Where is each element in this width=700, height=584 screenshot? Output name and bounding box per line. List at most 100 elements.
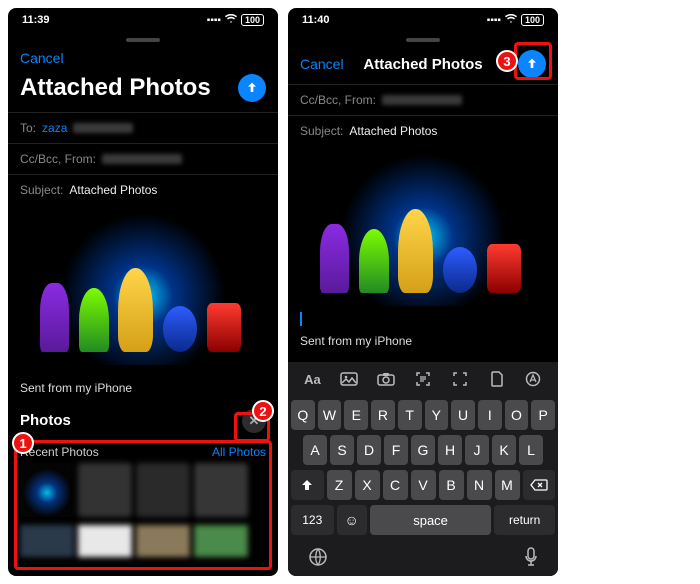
- attachment-icon[interactable]: [486, 370, 508, 388]
- photo-thumb[interactable]: [194, 525, 248, 557]
- subject-field[interactable]: Subject: Attached Photos: [8, 174, 278, 205]
- signal-icon: ▪▪▪▪: [487, 15, 501, 26]
- character-disgust: [359, 229, 389, 294]
- photo-thumb[interactable]: [136, 525, 190, 557]
- photo-library-icon[interactable]: [338, 370, 360, 388]
- subject-label: Subject:: [20, 183, 63, 197]
- key-v[interactable]: V: [411, 470, 436, 500]
- ccbcc-field[interactable]: Cc/Bcc, From:: [288, 84, 558, 115]
- character-joy: [118, 268, 152, 353]
- ccbcc-label: Cc/Bcc, From:: [300, 93, 376, 107]
- key-q[interactable]: Q: [291, 400, 315, 430]
- clock: 11:39: [22, 14, 50, 26]
- key-b[interactable]: B: [439, 470, 464, 500]
- page-title: Attached Photos: [20, 74, 211, 102]
- all-photos-link[interactable]: All Photos: [212, 445, 266, 459]
- mic-icon[interactable]: [524, 547, 538, 572]
- redacted: [73, 123, 133, 133]
- character-joy: [398, 209, 432, 294]
- key-y[interactable]: Y: [425, 400, 449, 430]
- photos-section-header: Photos ✕: [8, 403, 278, 439]
- send-button[interactable]: [238, 74, 266, 102]
- format-toolbar: Aa: [288, 361, 558, 396]
- key-g[interactable]: G: [411, 435, 435, 465]
- key-p[interactable]: P: [531, 400, 555, 430]
- character-sadness: [163, 306, 197, 352]
- subject-field[interactable]: Subject: Attached Photos: [288, 115, 558, 146]
- compose-header: Cancel Attached Photos: [288, 46, 558, 84]
- scan-doc-icon[interactable]: [449, 370, 471, 388]
- character-fear: [40, 283, 70, 352]
- camera-icon[interactable]: [375, 370, 397, 388]
- photo-thumb[interactable]: [20, 525, 74, 557]
- key-row-4: 123 ☺ space return: [291, 505, 555, 535]
- wifi-icon: [505, 14, 517, 27]
- wifi-icon: [225, 14, 237, 27]
- key-return[interactable]: return: [494, 505, 555, 535]
- key-l[interactable]: L: [519, 435, 543, 465]
- key-j[interactable]: J: [465, 435, 489, 465]
- cancel-button[interactable]: Cancel: [300, 56, 344, 72]
- sheet-grabber[interactable]: [406, 38, 440, 42]
- key-h[interactable]: H: [438, 435, 462, 465]
- text-cursor: [300, 312, 302, 326]
- key-numbers[interactable]: 123: [291, 505, 334, 535]
- key-z[interactable]: Z: [327, 470, 352, 500]
- key-k[interactable]: K: [492, 435, 516, 465]
- key-w[interactable]: W: [318, 400, 342, 430]
- key-space[interactable]: space: [370, 505, 491, 535]
- key-c[interactable]: C: [383, 470, 408, 500]
- key-n[interactable]: N: [467, 470, 492, 500]
- text-format-icon[interactable]: Aa: [301, 370, 323, 388]
- ccbcc-field[interactable]: Cc/Bcc, From:: [8, 143, 278, 174]
- key-shift[interactable]: [291, 470, 324, 500]
- photo-thumb[interactable]: [78, 463, 132, 517]
- to-value: zaza: [42, 121, 67, 135]
- key-row-1: Q W E R T Y U I O P: [291, 400, 555, 430]
- right-phone: 11:40 ▪▪▪▪ 100 Cancel Attached Photos Cc…: [288, 8, 558, 576]
- key-s[interactable]: S: [330, 435, 354, 465]
- cancel-button[interactable]: Cancel: [20, 50, 64, 66]
- signature: Sent from my iPhone: [8, 371, 278, 403]
- markup-icon[interactable]: [522, 370, 544, 388]
- signal-icon: ▪▪▪▪: [207, 15, 221, 26]
- clock: 11:40: [302, 14, 330, 26]
- key-e[interactable]: E: [344, 400, 368, 430]
- photo-thumb[interactable]: [20, 463, 74, 517]
- send-button[interactable]: [518, 50, 546, 78]
- status-bar: 11:40 ▪▪▪▪ 100: [288, 8, 558, 32]
- annotation-badge-3: 3: [496, 50, 518, 72]
- key-a[interactable]: A: [303, 435, 327, 465]
- key-x[interactable]: X: [355, 470, 380, 500]
- key-u[interactable]: U: [451, 400, 475, 430]
- status-bar: 11:39 ▪▪▪▪ 100: [8, 8, 278, 32]
- photo-thumb[interactable]: [194, 463, 248, 517]
- globe-icon[interactable]: [308, 547, 328, 572]
- keyboard-bottom-bar: [288, 541, 558, 576]
- key-o[interactable]: O: [505, 400, 529, 430]
- sheet-grabber[interactable]: [126, 38, 160, 42]
- recent-photos-row: Recent Photos All Photos: [8, 439, 278, 463]
- key-m[interactable]: M: [495, 470, 520, 500]
- photo-thumbnails: [8, 463, 278, 525]
- photo-thumb[interactable]: [78, 525, 132, 557]
- key-i[interactable]: I: [478, 400, 502, 430]
- character-disgust: [79, 288, 109, 353]
- character-anger: [207, 303, 241, 352]
- character-fear: [320, 224, 350, 293]
- key-f[interactable]: F: [384, 435, 408, 465]
- attached-image[interactable]: [300, 152, 546, 306]
- left-phone: 11:39 ▪▪▪▪ 100 Cancel Attached Photos To…: [8, 8, 278, 576]
- key-t[interactable]: T: [398, 400, 422, 430]
- key-row-2: A S D F G H J K L: [291, 435, 555, 465]
- key-backspace[interactable]: [523, 470, 556, 500]
- key-d[interactable]: D: [357, 435, 381, 465]
- key-r[interactable]: R: [371, 400, 395, 430]
- to-field[interactable]: To: zaza: [8, 112, 278, 143]
- key-emoji[interactable]: ☺: [337, 505, 367, 535]
- attached-image[interactable]: [20, 211, 266, 365]
- photo-thumb[interactable]: [136, 463, 190, 517]
- character-anger: [487, 244, 521, 293]
- signature: Sent from my iPhone: [288, 330, 558, 356]
- scan-text-icon[interactable]: [412, 370, 434, 388]
